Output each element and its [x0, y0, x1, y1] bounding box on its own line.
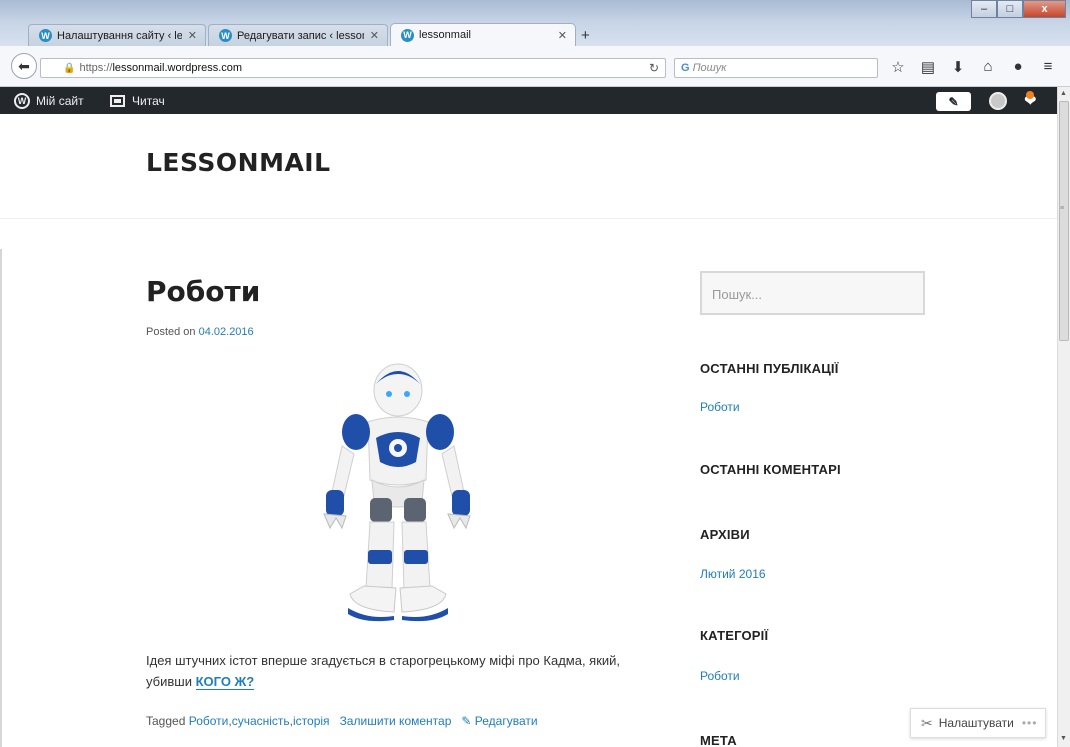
site-title[interactable]: LESSONMAIL: [146, 148, 331, 177]
scrollbar-grip-icon: ≡: [1060, 205, 1065, 212]
more-dots-icon: •••: [1021, 716, 1038, 730]
notifications-button[interactable]: ❤: [1021, 91, 1041, 111]
scroll-down-arrow-icon[interactable]: ▼: [1060, 735, 1067, 742]
tab-title: lessonmail: [419, 29, 471, 41]
archives-heading: АРХІВИ: [700, 527, 750, 542]
post-excerpt: Ідея штучних істот вперше згадується в с…: [146, 650, 666, 692]
close-tab-icon[interactable]: ✕: [558, 29, 567, 42]
minimize-button[interactable]: –: [971, 0, 997, 18]
scrollbar-thumb[interactable]: [1059, 101, 1069, 341]
recent-post-link[interactable]: Роботи: [700, 400, 740, 414]
recent-comments-heading: ОСТАННІ КОМЕНТАРІ: [700, 462, 841, 477]
search-engine-icon[interactable]: G: [681, 62, 690, 74]
close-tab-icon[interactable]: ✕: [370, 29, 379, 42]
avatar[interactable]: [989, 92, 1007, 110]
close-window-button[interactable]: x: [1023, 0, 1066, 18]
customize-button[interactable]: ✂ Налаштувати •••: [910, 708, 1046, 738]
tab-title: Налаштування сайту ‹ les...: [57, 29, 182, 42]
back-button[interactable]: ⬅: [11, 53, 37, 79]
bookmark-star-icon[interactable]: ☆: [886, 58, 910, 76]
my-site-label: Мій сайт: [36, 93, 84, 108]
tag-link[interactable]: Роботи: [189, 714, 229, 728]
read-more-link[interactable]: КОГО Ж?: [195, 674, 255, 690]
tagged-label: Tagged: [146, 714, 186, 728]
download-arrow-icon[interactable]: ⬇: [946, 58, 970, 76]
toolbar-icons: ☆ ▤ ⬇ ⌂ ● ≡: [886, 58, 1066, 76]
notification-badge: [1026, 91, 1034, 99]
url-bar[interactable]: 🔒 https://lessonmail.wordpress.com ↻: [40, 58, 666, 78]
post-footer: Tagged Роботи, сучасність, історія Залиш…: [146, 714, 538, 728]
tab-site-settings[interactable]: W Налаштування сайту ‹ les... ✕: [28, 24, 206, 46]
search-placeholder: Пошук...: [712, 287, 763, 302]
archive-link[interactable]: Лютий 2016: [700, 567, 766, 581]
url-host: lessonmail.wordpress.com: [112, 62, 243, 74]
wp-admin-bar: W Мій сайт Читач ✎ ❤: [0, 87, 1057, 114]
window-controls: – □ x: [971, 0, 1066, 18]
edit-post-link[interactable]: ✎ Редагувати: [461, 714, 537, 728]
customize-label: Налаштувати: [938, 716, 1014, 730]
categories-heading: КАТЕГОРІЇ: [700, 628, 769, 643]
reload-icon[interactable]: ↻: [649, 61, 659, 75]
meta-heading: МЕТА: [700, 733, 737, 747]
excerpt-text: убивши: [146, 674, 192, 689]
close-tab-icon[interactable]: ✕: [188, 29, 197, 42]
new-tab-button[interactable]: +: [581, 27, 590, 44]
category-link[interactable]: Роботи: [700, 669, 740, 683]
search-placeholder: Пошук: [692, 62, 727, 74]
reader-label: Читач: [132, 93, 165, 108]
bookmarks-library-icon[interactable]: ▤: [916, 58, 940, 76]
my-site-menu[interactable]: W Мій сайт: [14, 87, 84, 114]
tab-strip: W Налаштування сайту ‹ les... ✕ W Редагу…: [0, 0, 1070, 46]
tab-lessonmail[interactable]: W lessonmail ✕: [390, 23, 576, 46]
site-header: LESSONMAIL: [0, 114, 1057, 219]
browser-window: W Налаштування сайту ‹ les... ✕ W Редагу…: [0, 0, 1070, 747]
excerpt-line: убивши КОГО Ж?: [146, 671, 666, 692]
post-meta: Posted on 04.02.2016: [146, 326, 254, 338]
maximize-button[interactable]: □: [997, 0, 1023, 18]
write-post-button[interactable]: ✎: [936, 92, 971, 111]
url-scheme: https://: [79, 62, 113, 74]
pencil-icon: ✎: [461, 714, 472, 728]
wordpress-logo-icon: W: [14, 92, 30, 109]
tab-title: Редагувати запис ‹ lesson...: [237, 29, 364, 42]
home-icon[interactable]: ⌂: [976, 58, 1000, 76]
sidebar-search-input[interactable]: Пошук...: [700, 271, 925, 315]
browser-search-input[interactable]: G Пошук: [674, 58, 878, 78]
lock-icon: 🔒: [63, 62, 76, 74]
menu-hamburger-icon[interactable]: ≡: [1036, 58, 1060, 76]
post-date-link[interactable]: 04.02.2016: [199, 326, 254, 338]
reader-icon: [110, 94, 125, 107]
vertical-scrollbar[interactable]: ▲ ≡ ▼: [1057, 87, 1070, 747]
left-edge-divider: [0, 249, 2, 747]
edit-label: Редагувати: [474, 714, 538, 728]
recent-posts-heading: ОСТАННІ ПУБЛІКАЦІЇ: [700, 361, 839, 376]
wordpress-icon: W: [401, 28, 414, 42]
chat-bubble-icon[interactable]: ●: [1006, 58, 1030, 76]
wordpress-icon: W: [219, 29, 232, 42]
navigation-toolbar: ⬅ 🔒 https://lessonmail.wordpress.com ↻ G…: [0, 46, 1070, 87]
tag-link[interactable]: сучасність: [232, 714, 290, 728]
pencil-square-icon: ✎: [948, 94, 959, 109]
robot-image: [323, 363, 471, 622]
wrench-screwdriver-icon: ✂: [921, 714, 933, 731]
wordpress-icon: W: [39, 29, 52, 42]
arrow-left-icon: ⬅: [18, 57, 30, 74]
excerpt-line: Ідея штучних істот вперше згадується в с…: [146, 653, 621, 668]
posted-on-label: Posted on: [146, 326, 196, 338]
scroll-up-arrow-icon[interactable]: ▲: [1060, 90, 1067, 97]
post-title[interactable]: Роботи: [146, 275, 260, 308]
page-content: LESSONMAIL Роботи Posted on 04.02.2016 І…: [0, 114, 1057, 747]
reader-menu[interactable]: Читач: [110, 87, 165, 114]
tag-link[interactable]: історія: [293, 714, 330, 728]
tab-edit-post[interactable]: W Редагувати запис ‹ lesson... ✕: [208, 24, 388, 46]
leave-comment-link[interactable]: Залишити коментар: [340, 714, 452, 728]
